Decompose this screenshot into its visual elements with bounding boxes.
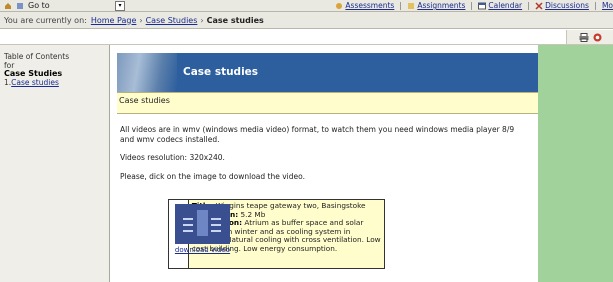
top-toolbar: Go to ▾ Assessments Assignments Calendar… [0,0,613,12]
page-tools [566,30,613,44]
goto-label: Go to [28,1,50,10]
content-body: All videos are in wmv (windows media vid… [120,125,525,190]
page-banner: Case studies [117,53,538,92]
top-navigation: Assessments Assignments Calendar Discuss… [335,0,613,11]
breadcrumb-case-studies-link[interactable]: Case Studies [146,16,198,25]
nav-more-label: Mo [601,1,613,10]
home-icon[interactable] [4,2,12,10]
nav-assessments[interactable]: Assessments [335,1,394,10]
page-toolbar [0,30,613,45]
nav-more[interactable]: Mo [602,1,613,10]
thumbnail-detail [211,218,221,220]
thumbnail-detail [211,224,221,226]
paragraph-resolution: Videos resolution: 320x240. [120,153,225,162]
video-thumbnail[interactable] [175,204,230,244]
print-icon[interactable] [579,32,589,42]
nav-divider [400,1,402,10]
thumbnail-detail [211,230,221,232]
calendar-icon [478,2,487,9]
discussions-icon [535,1,543,10]
assessments-icon [336,2,343,9]
nav-discussions-label: Discussions [545,1,589,10]
paragraph-format: All videos are in wmv (windows media vid… [120,125,515,144]
goto-icon [17,2,23,9]
help-icon[interactable] [593,33,602,42]
breadcrumb-prefix: You are currently on: [4,15,87,25]
thumbnail-detail [197,210,208,236]
thumbnail-detail [183,218,193,220]
breadcrumb-separator-icon: › [200,15,204,25]
nav-discussions[interactable]: Discussions [535,1,589,10]
right-panel [538,45,613,282]
banner-image [117,53,177,92]
breadcrumb-separator-icon: › [139,15,143,25]
nav-assignments-label: Assignments [417,1,466,10]
page-title: Case studies [183,66,259,78]
nav-divider [594,1,596,10]
nav-divider [471,1,473,10]
nav-assessments-label: Assessments [345,1,395,10]
main-content: Case studies Case studies All videos are… [110,45,538,282]
paragraph-instruction: Please, dick on the image to download th… [120,171,305,181]
toc: Table of Contents for Case Studies 1.Cas… [4,52,104,88]
video-entry: download video Title: Wiggins teape gate… [168,199,385,269]
assignments-icon [408,2,415,9]
table-of-contents-sidebar: Table of Contents for Case Studies 1.Cas… [0,45,110,282]
nav-calendar[interactable]: Calendar [478,1,522,10]
toc-item: 1.Case studies [4,78,104,88]
nav-divider [528,1,530,10]
download-video-link[interactable]: download video [170,246,235,254]
toc-item-case-studies-link[interactable]: Case studies [11,78,59,87]
goto-dropdown[interactable]: ▾ [115,1,125,11]
breadcrumb-current: Case studies [206,15,264,25]
breadcrumb: You are currently on: Home Page › Case S… [0,12,613,29]
nav-calendar-label: Calendar [488,1,523,10]
thumbnail-detail [183,224,193,226]
video-thumbnail-cell: download video [169,200,230,268]
toolbar-left: Go to [4,0,50,11]
toc-heading: Table of Contents [4,52,70,61]
nav-assignments[interactable]: Assignments [407,1,465,10]
section-heading-bar: Case studies [117,92,538,114]
section-heading: Case studies [119,96,170,105]
breadcrumb-home-link[interactable]: Home Page [91,16,137,25]
thumbnail-detail [183,230,193,232]
